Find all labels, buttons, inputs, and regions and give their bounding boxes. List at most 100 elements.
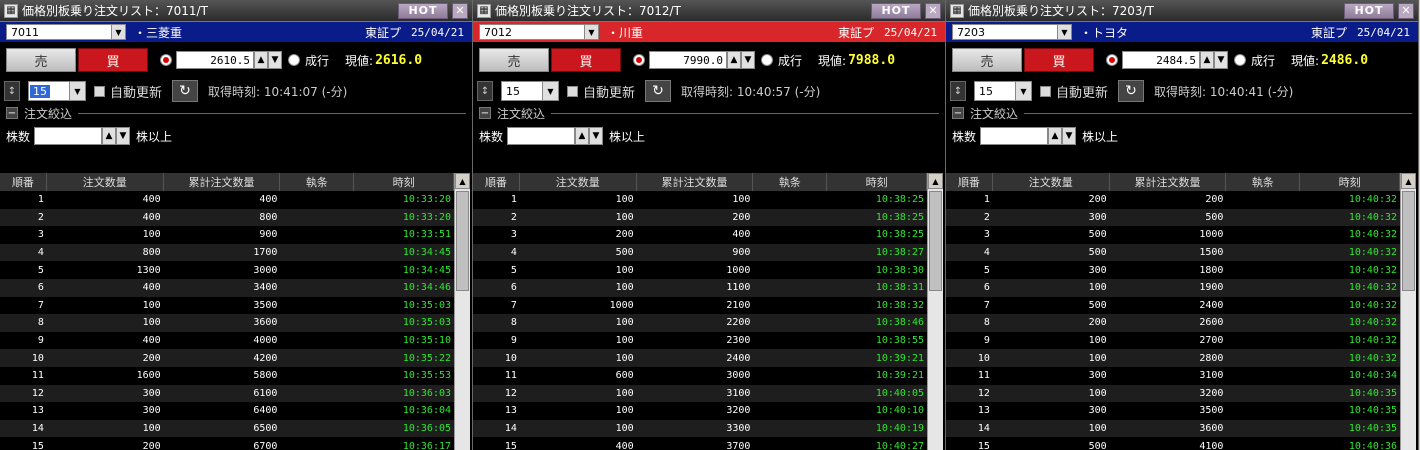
table-row[interactable]: 9 100 2700 10:40:32 xyxy=(946,331,1400,350)
sort-icon[interactable]: ↕ xyxy=(950,81,966,101)
table-row[interactable]: 10 100 2800 10:40:32 xyxy=(946,349,1400,367)
column-header[interactable]: 順番 xyxy=(473,173,520,191)
table-row[interactable]: 1 400 400 10:33:20 xyxy=(0,191,454,209)
table-row[interactable]: 6 100 1900 10:40:32 xyxy=(946,278,1400,297)
shares-input[interactable] xyxy=(507,127,576,145)
chevron-down-icon[interactable]: ▼ xyxy=(111,25,125,39)
filter-header[interactable]: − 注文絞込 xyxy=(0,104,472,122)
refresh-icon[interactable]: ↻ xyxy=(172,80,199,102)
close-icon[interactable]: ✕ xyxy=(925,2,941,19)
row-count-select[interactable]: 15 ▼ xyxy=(974,81,1032,101)
limit-price-radio[interactable] xyxy=(633,54,645,66)
column-header[interactable]: 時刻 xyxy=(827,173,928,191)
auto-update-checkbox[interactable] xyxy=(1040,85,1051,97)
column-header[interactable]: 執条 xyxy=(280,173,355,191)
spin-down-icon[interactable]: ▼ xyxy=(1062,127,1077,145)
symbol-code-select[interactable]: 7011 ▼ xyxy=(6,24,126,40)
sell-button[interactable]: 売 xyxy=(479,48,549,72)
close-icon[interactable]: ✕ xyxy=(452,2,468,19)
auto-update-checkbox[interactable] xyxy=(567,85,578,97)
sort-icon[interactable]: ↕ xyxy=(477,81,493,101)
table-row[interactable]: 7 1000 2100 10:38:32 xyxy=(473,296,927,315)
sell-button[interactable]: 売 xyxy=(6,48,76,72)
table-row[interactable]: 4 800 1700 10:34:45 xyxy=(0,243,454,262)
scroll-thumb[interactable] xyxy=(1402,191,1415,291)
window-titlebar[interactable]: ▦ 価格別板乗り注文リスト：7203/T HOT ✕ xyxy=(946,0,1418,22)
buy-button[interactable]: 買 xyxy=(551,48,621,72)
market-order-radio[interactable] xyxy=(761,54,773,66)
shares-input[interactable] xyxy=(980,127,1049,145)
table-row[interactable]: 3 500 1000 10:40:32 xyxy=(946,226,1400,244)
table-row[interactable]: 9 400 4000 10:35:10 xyxy=(0,331,454,350)
market-order-radio[interactable] xyxy=(288,54,300,66)
table-row[interactable]: 7 500 2400 10:40:32 xyxy=(946,296,1400,315)
price-input[interactable]: 2610.5 xyxy=(176,51,254,69)
column-header[interactable]: 順番 xyxy=(0,173,47,191)
table-row[interactable]: 5 300 1800 10:40:32 xyxy=(946,261,1400,279)
filter-header[interactable]: − 注文絞込 xyxy=(473,104,945,122)
table-row[interactable]: 4 500 1500 10:40:32 xyxy=(946,243,1400,262)
table-row[interactable]: 12 100 3200 10:40:35 xyxy=(946,384,1400,403)
filter-header[interactable]: − 注文絞込 xyxy=(946,104,1418,122)
spin-down-icon[interactable]: ▼ xyxy=(268,51,282,69)
spin-up-icon[interactable]: ▲ xyxy=(727,51,741,69)
table-row[interactable]: 2 300 500 10:40:32 xyxy=(946,208,1400,227)
vertical-scrollbar[interactable]: ▲ xyxy=(1400,173,1416,450)
spin-down-icon[interactable]: ▼ xyxy=(741,51,755,69)
sort-icon[interactable]: ↕ xyxy=(4,81,20,101)
table-row[interactable]: 4 500 900 10:38:27 xyxy=(473,243,927,262)
chevron-down-icon[interactable]: ▼ xyxy=(1015,82,1031,100)
collapse-icon[interactable]: − xyxy=(6,107,18,119)
scroll-thumb[interactable] xyxy=(456,191,469,291)
table-row[interactable]: 6 400 3400 10:34:46 xyxy=(0,278,454,297)
table-row[interactable]: 13 300 6400 10:36:04 xyxy=(0,402,454,420)
spin-down-icon[interactable]: ▼ xyxy=(116,127,131,145)
price-input[interactable]: 2484.5 xyxy=(1122,51,1200,69)
table-row[interactable]: 10 200 4200 10:35:22 xyxy=(0,349,454,367)
table-row[interactable]: 1 200 200 10:40:32 xyxy=(946,191,1400,209)
table-row[interactable]: 3 100 900 10:33:51 xyxy=(0,226,454,244)
table-row[interactable]: 9 100 2300 10:38:55 xyxy=(473,331,927,350)
chevron-down-icon[interactable]: ▼ xyxy=(584,25,598,39)
column-header[interactable]: 注文数量 xyxy=(47,173,164,191)
buy-button[interactable]: 買 xyxy=(78,48,148,72)
spin-down-icon[interactable]: ▼ xyxy=(1214,51,1228,69)
table-row[interactable]: 1 100 100 10:38:25 xyxy=(473,191,927,209)
close-icon[interactable]: ✕ xyxy=(1398,2,1414,19)
hot-button[interactable]: HOT xyxy=(1344,2,1394,19)
refresh-icon[interactable]: ↻ xyxy=(1118,80,1145,102)
column-header[interactable]: 注文数量 xyxy=(520,173,637,191)
table-row[interactable]: 2 100 200 10:38:25 xyxy=(473,208,927,227)
column-header[interactable]: 執条 xyxy=(753,173,828,191)
scroll-up-icon[interactable]: ▲ xyxy=(928,173,943,189)
table-row[interactable]: 14 100 3300 10:40:19 xyxy=(473,419,927,438)
table-row[interactable]: 10 100 2400 10:39:21 xyxy=(473,349,927,367)
collapse-icon[interactable]: − xyxy=(952,107,964,119)
column-header[interactable]: 累計注文数量 xyxy=(1110,173,1227,191)
price-input[interactable]: 7990.0 xyxy=(649,51,727,69)
market-order-radio[interactable] xyxy=(1234,54,1246,66)
table-row[interactable]: 13 100 3200 10:40:10 xyxy=(473,402,927,420)
spin-up-icon[interactable]: ▲ xyxy=(1200,51,1214,69)
vertical-scrollbar[interactable]: ▲ xyxy=(927,173,943,450)
shares-input[interactable] xyxy=(34,127,103,145)
table-row[interactable]: 11 1600 5800 10:35:53 xyxy=(0,366,454,385)
buy-button[interactable]: 買 xyxy=(1024,48,1094,72)
refresh-icon[interactable]: ↻ xyxy=(645,80,672,102)
table-row[interactable]: 8 100 2200 10:38:46 xyxy=(473,314,927,332)
column-header[interactable]: 時刻 xyxy=(1300,173,1401,191)
column-header[interactable]: 累計注文数量 xyxy=(164,173,281,191)
table-row[interactable]: 13 300 3500 10:40:35 xyxy=(946,402,1400,420)
table-row[interactable]: 5 1300 3000 10:34:45 xyxy=(0,261,454,279)
table-row[interactable]: 15 500 4100 10:40:36 xyxy=(946,437,1400,450)
chevron-down-icon[interactable]: ▼ xyxy=(1057,25,1071,39)
window-titlebar[interactable]: ▦ 価格別板乗り注文リスト：7012/T HOT ✕ xyxy=(473,0,945,22)
row-count-select[interactable]: 15 ▼ xyxy=(28,81,86,101)
column-header[interactable]: 累計注文数量 xyxy=(637,173,754,191)
table-row[interactable]: 12 300 6100 10:36:03 xyxy=(0,384,454,403)
spin-up-icon[interactable]: ▲ xyxy=(1048,127,1063,145)
spin-up-icon[interactable]: ▲ xyxy=(575,127,590,145)
limit-price-radio[interactable] xyxy=(160,54,172,66)
table-row[interactable]: 14 100 6500 10:36:05 xyxy=(0,419,454,438)
table-row[interactable]: 7 100 3500 10:35:03 xyxy=(0,296,454,315)
